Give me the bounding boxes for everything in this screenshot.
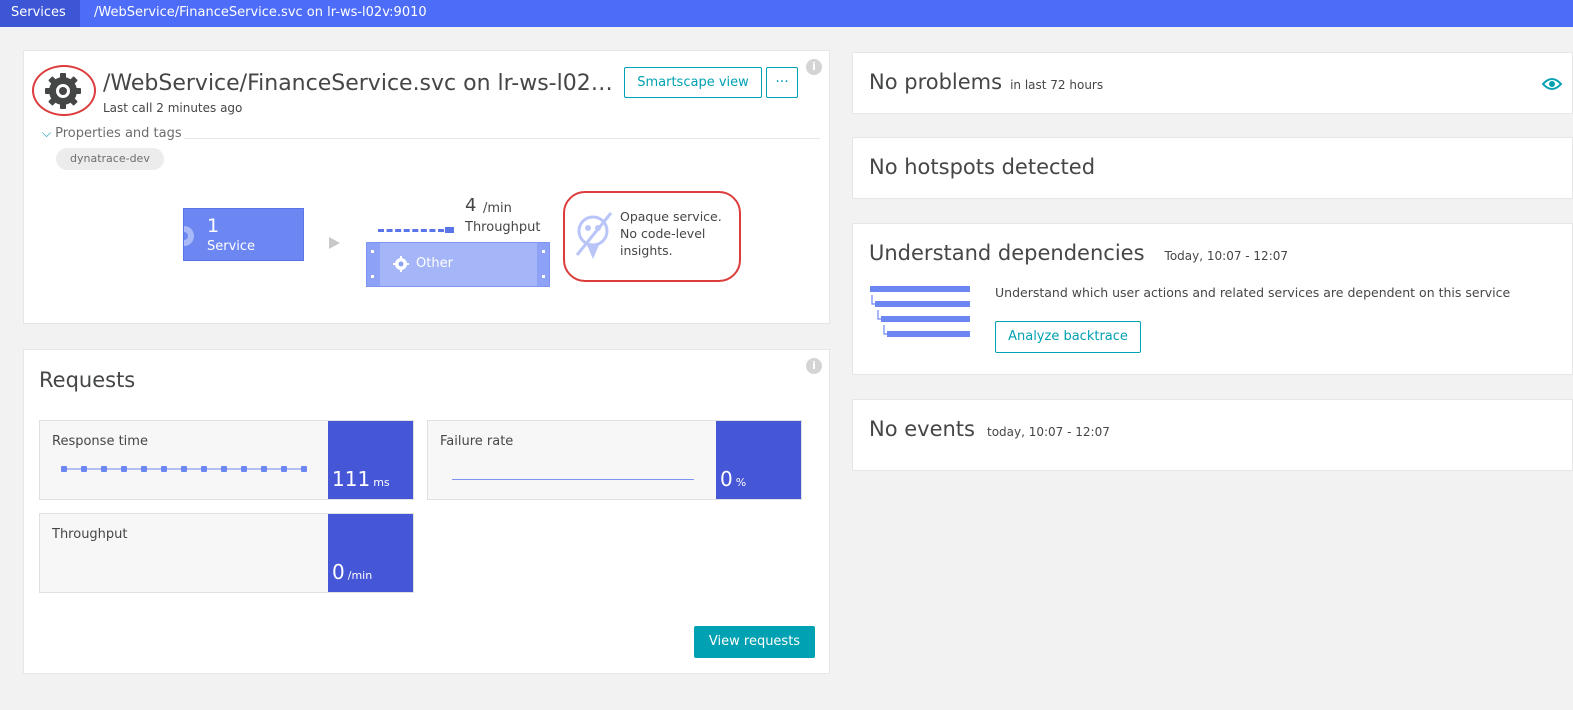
failure-rate-label: Failure rate xyxy=(440,434,514,449)
dependencies-title-row: Understand dependencies Today, 10:07 - 12… xyxy=(869,241,1288,265)
response-time-sparkline xyxy=(61,466,307,472)
node-dot xyxy=(542,250,545,253)
failure-rate-unit: % xyxy=(735,476,747,489)
node-dot xyxy=(542,275,545,278)
breadcrumb-current: /WebService/FinanceService.svc on lr-ws-… xyxy=(94,5,427,20)
service-overview-panel: /WebService/FinanceService.svc on lr-ws-… xyxy=(23,50,830,324)
problems-timeframe: in last 72 hours xyxy=(1010,78,1104,92)
events-timeframe: today, 10:07 - 12:07 xyxy=(986,425,1110,439)
smartscape-view-button[interactable]: Smartscape view xyxy=(624,67,762,98)
top-breadcrumb-bar: Services /WebService/FinanceService.svc … xyxy=(0,0,1573,27)
throughput-unit: /min xyxy=(483,201,512,216)
events-panel: No events today, 10:07 - 12:07 xyxy=(852,399,1573,471)
opaque-service-text: Opaque service. No code-level insights. xyxy=(620,209,722,258)
service-gear-icon xyxy=(184,226,194,246)
opaque-service-icon xyxy=(575,212,613,259)
breadcrumb-separator xyxy=(71,0,80,26)
tag-chip[interactable]: dynatrace-dev xyxy=(56,148,164,170)
calling-service-node[interactable]: 1 Service xyxy=(183,208,304,261)
service-count: 1 xyxy=(207,215,220,237)
dependencies-description: Understand which user actions and relate… xyxy=(995,285,1511,300)
chevron-down-icon: ⌵ xyxy=(42,126,52,140)
events-title: No events xyxy=(869,417,975,441)
service-node-label: Service xyxy=(207,239,256,254)
response-time-unit: ms xyxy=(373,476,390,489)
throughput-dashed-line xyxy=(378,229,444,232)
view-requests-button[interactable]: View requests xyxy=(694,626,815,658)
failure-rate-sparkline xyxy=(452,479,694,480)
failure-rate-tile[interactable]: Failure rate 0% xyxy=(427,420,802,500)
properties-label: Properties and tags xyxy=(55,126,182,141)
throughput-tile-unit: /min xyxy=(347,569,373,582)
throughput-tile-value: 0 xyxy=(332,560,345,584)
gear-icon xyxy=(393,256,409,272)
events-title-row: No events today, 10:07 - 12:07 xyxy=(869,417,1110,441)
dependencies-timeframe: Today, 10:07 - 12:07 xyxy=(1164,249,1289,263)
analyze-backtrace-button[interactable]: Analyze backtrace xyxy=(995,321,1141,353)
node-dot xyxy=(371,275,374,278)
response-time-tile[interactable]: Response time 111 ms xyxy=(39,420,414,500)
throughput-value: 4 xyxy=(465,195,477,216)
opaque-service-callout: Opaque service. No code-level insights. xyxy=(563,191,741,282)
hotspots-panel: No hotspots detected xyxy=(852,137,1573,199)
problems-title-row: No problems in last 72 hours xyxy=(869,70,1103,94)
problems-panel: No problems in last 72 hours xyxy=(852,52,1573,114)
throughput-label: Throughput xyxy=(465,220,541,235)
response-time-value: 111 xyxy=(332,467,371,491)
more-options-button[interactable]: ··· xyxy=(766,67,798,98)
last-call-text: Last call 2 minutes ago xyxy=(103,101,243,115)
backtrace-illustration-icon xyxy=(870,286,970,337)
problems-title: No problems xyxy=(869,70,1003,94)
response-time-label: Response time xyxy=(52,434,148,449)
flow-arrow-icon xyxy=(329,237,340,249)
eye-icon[interactable] xyxy=(1542,77,1562,91)
info-icon[interactable]: i xyxy=(806,59,822,75)
failure-rate-value-block: 0% xyxy=(716,421,801,499)
service-title: /WebService/FinanceService.svc on lr-ws-… xyxy=(103,71,623,96)
dependencies-panel: Understand dependencies Today, 10:07 - 12… xyxy=(852,223,1573,375)
divider xyxy=(184,138,820,139)
throughput-tile[interactable]: Throughput 0/min xyxy=(39,513,414,593)
requests-title: Requests xyxy=(39,368,136,392)
other-node-label: Other xyxy=(416,256,453,271)
info-icon[interactable]: i xyxy=(806,358,822,374)
hotspots-title: No hotspots detected xyxy=(869,155,1096,179)
failure-rate-value: 0 xyxy=(720,467,733,491)
service-gear-icon xyxy=(45,73,81,109)
throughput-line-end xyxy=(445,227,454,233)
other-service-node[interactable]: Other xyxy=(366,242,550,287)
properties-and-tags-toggle[interactable]: ⌵ Properties and tags xyxy=(42,126,182,141)
breadcrumb-services[interactable]: Services xyxy=(0,0,80,27)
dependencies-title: Understand dependencies xyxy=(869,241,1145,265)
response-time-value-block: 111 ms xyxy=(328,421,413,499)
throughput-value-block: 0/min xyxy=(328,514,413,592)
node-dot xyxy=(371,250,374,253)
throughput-tile-label: Throughput xyxy=(52,527,128,542)
requests-panel: Requests i Response time 111 ms Failure … xyxy=(23,349,830,674)
